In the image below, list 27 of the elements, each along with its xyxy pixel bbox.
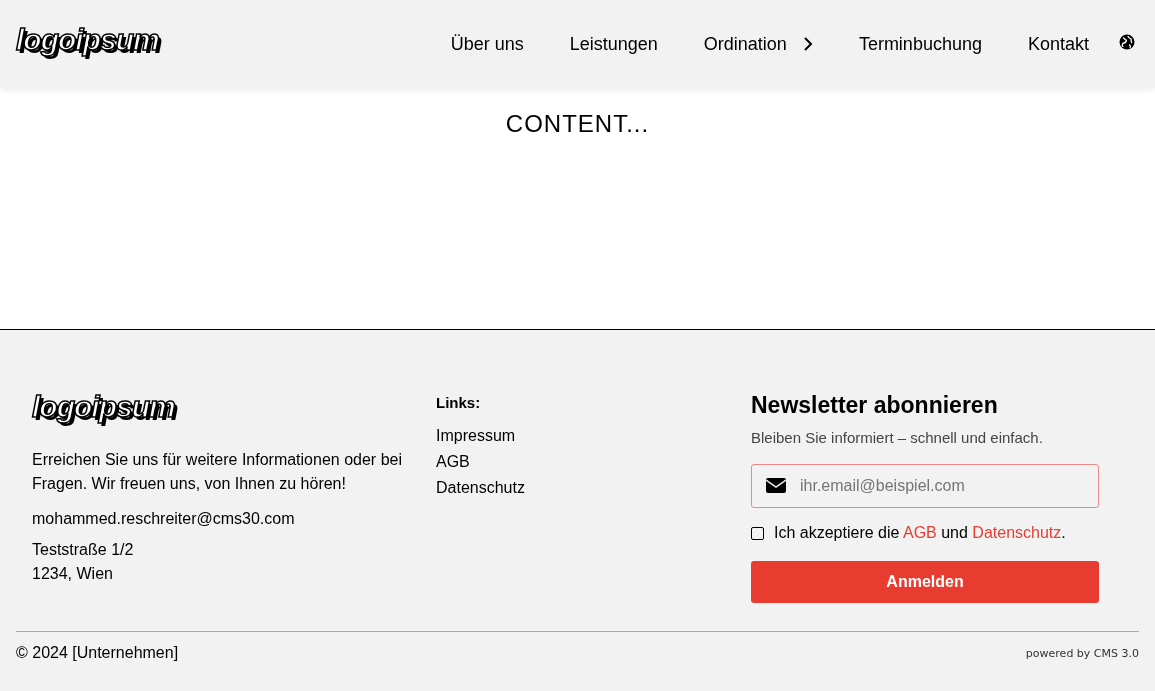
checkbox[interactable]	[751, 526, 764, 540]
email-link[interactable]: mohammed.reschreiter@cms30.com	[32, 510, 436, 528]
newsletter-subtitle: Bleiben Sie informiert – schnell und einfach.	[751, 429, 1044, 446]
privacy-link[interactable]: Datenschutz	[972, 524, 1062, 541]
address-line: Teststraße 1/2	[32, 540, 135, 560]
copyright-text: © 2024 [Unternehmen]	[16, 644, 179, 662]
agb-link[interactable]: AGB	[902, 524, 937, 541]
footer-link[interactable]: Datenschutz	[436, 479, 751, 497]
content-text: CONTENT...	[505, 110, 650, 138]
consent-text: Ich akzeptiere die AGB und Datenschutz.	[774, 524, 1066, 542]
footer-link[interactable]: Impressum	[436, 427, 751, 445]
footer-link[interactable]: AGB	[436, 453, 751, 471]
powered-by-text: powered by CMS 3.0	[1025, 646, 1139, 660]
globe-icon[interactable]	[1119, 34, 1135, 50]
contact-text: Erreichen Sie uns für weitere Informationen oder bei Fragen. Wir freuen uns, von Ihnen zu hören!	[32, 450, 403, 494]
nav-link[interactable]: Über uns	[450, 33, 524, 55]
chevron-right-icon	[802, 36, 813, 52]
links-heading: Links:	[436, 394, 482, 411]
nav-link[interactable]: Kontakt	[1027, 33, 1089, 55]
nav-link[interactable]: Ordination	[703, 33, 813, 55]
envelope-icon	[766, 478, 786, 493]
address-line: 1234, Wien	[32, 564, 114, 584]
nav-link[interactable]: Leistungen	[569, 33, 658, 55]
nav-link[interactable]: Terminbuchung	[858, 33, 982, 55]
subscribe-button[interactable]: Anmelden	[751, 561, 1099, 603]
email-field[interactable]: ihr.email@beispiel.com	[751, 464, 1099, 508]
newsletter-heading: Newsletter abonnieren	[751, 392, 999, 419]
